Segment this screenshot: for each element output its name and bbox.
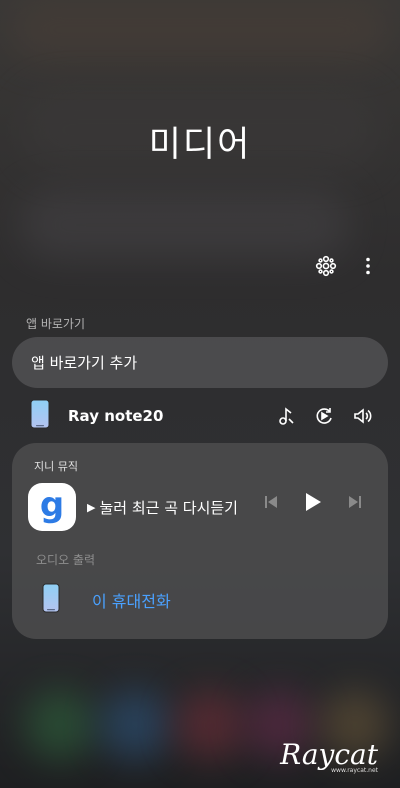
music-note-icon[interactable] bbox=[276, 406, 296, 426]
track-title: 눌러 최근 곡 다시듣기 bbox=[99, 499, 238, 517]
play-icon[interactable] bbox=[302, 491, 324, 513]
play-indicator-icon: ▶ bbox=[87, 501, 96, 514]
svg-text:g: g bbox=[40, 488, 64, 525]
phone-icon bbox=[30, 399, 50, 433]
phone-icon bbox=[42, 583, 60, 617]
raycat-watermark: Raycat www.raycat.net bbox=[280, 738, 378, 774]
smart-view-icon[interactable] bbox=[314, 406, 334, 426]
app-shortcuts-section-label: 앱 바로가기 bbox=[26, 317, 86, 331]
playback-controls bbox=[260, 491, 366, 513]
previous-icon[interactable] bbox=[260, 491, 282, 513]
more-vert-icon[interactable] bbox=[356, 254, 380, 278]
connected-devices-icon[interactable] bbox=[314, 254, 338, 278]
device-name: Ray note20 bbox=[68, 407, 164, 425]
device-actions bbox=[276, 406, 372, 426]
audio-output-device[interactable]: 이 휴대전화 bbox=[42, 583, 171, 617]
panel-title: 미디어 bbox=[148, 125, 252, 165]
header-actions bbox=[314, 254, 380, 278]
track-info[interactable]: ▶ 눌러 최근 곡 다시듣기 bbox=[87, 497, 238, 518]
audio-output-device-name: 이 휴대전화 bbox=[92, 592, 171, 611]
add-app-shortcut-button[interactable]: 앱 바로가기 추가 bbox=[12, 337, 388, 388]
media-player-card[interactable]: 지니 뮤직 g ▶ 눌러 최근 곡 다시듣기 오디오 출력 이 휴대전화 bbox=[12, 443, 388, 639]
genie-music-app-icon[interactable]: g bbox=[28, 483, 76, 531]
add-app-shortcut-label: 앱 바로가기 추가 bbox=[31, 354, 138, 372]
audio-output-label: 오디오 출력 bbox=[36, 553, 96, 567]
device-row: Ray note20 bbox=[30, 399, 372, 433]
next-icon[interactable] bbox=[344, 491, 366, 513]
media-app-name: 지니 뮤직 bbox=[34, 460, 78, 473]
volume-icon[interactable] bbox=[352, 406, 372, 426]
